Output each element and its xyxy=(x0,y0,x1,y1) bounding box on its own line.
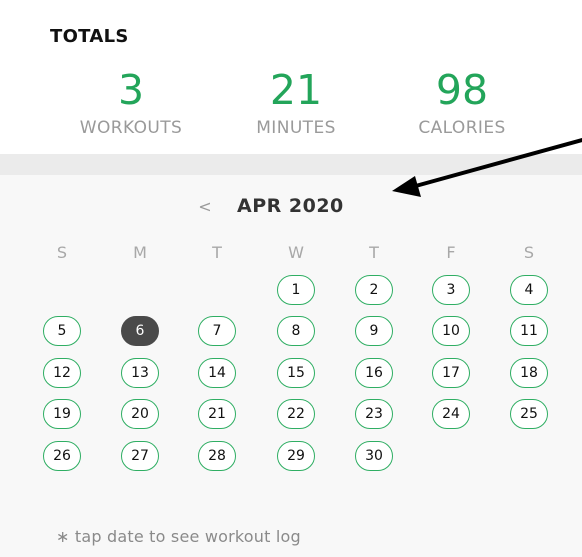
stat-minutes-value: 21 xyxy=(269,66,323,114)
weekday-sat: S xyxy=(523,243,535,262)
calendar-day-15[interactable]: 15 xyxy=(277,358,315,388)
calendar-day-30[interactable]: 30 xyxy=(355,441,393,471)
stat-workouts: 3 WORKOUTS xyxy=(56,66,206,138)
calendar-day-18[interactable]: 18 xyxy=(510,358,548,388)
calendar-day-11[interactable]: 11 xyxy=(510,316,548,346)
totals-panel: TOTALS 3 WORKOUTS 21 MINUTES 98 CALORIES xyxy=(0,0,582,154)
calendar-day-16[interactable]: 16 xyxy=(355,358,393,388)
calendar-day-25[interactable]: 25 xyxy=(510,399,548,429)
stat-workouts-label: WORKOUTS xyxy=(79,118,183,138)
calendar-day-27[interactable]: 27 xyxy=(121,441,159,471)
section-divider xyxy=(0,154,582,175)
calendar-day-19[interactable]: 19 xyxy=(43,399,81,429)
calendar-day-28[interactable]: 28 xyxy=(198,441,236,471)
weekday-thu: T xyxy=(369,243,379,262)
calendar-day-23[interactable]: 23 xyxy=(355,399,393,429)
stat-calories: 98 CALORIES xyxy=(387,66,537,138)
calendar-day-17[interactable]: 17 xyxy=(432,358,470,388)
stat-calories-value: 98 xyxy=(435,66,489,114)
stat-minutes-label: MINUTES xyxy=(256,118,336,138)
calendar-day-5[interactable]: 5 xyxy=(43,316,81,346)
calendar-day-6-selected[interactable]: 6 xyxy=(121,316,159,346)
calendar-day-20[interactable]: 20 xyxy=(121,399,159,429)
weekday-wed: W xyxy=(288,243,304,262)
calendar-day-26[interactable]: 26 xyxy=(43,441,81,471)
calendar-day-22[interactable]: 22 xyxy=(277,399,315,429)
calendar-day-10[interactable]: 10 xyxy=(432,316,470,346)
calendar-day-7[interactable]: 7 xyxy=(198,316,236,346)
calendar-day-4[interactable]: 4 xyxy=(510,275,548,305)
month-title: APR 2020 xyxy=(237,195,344,217)
calendar-day-24[interactable]: 24 xyxy=(432,399,470,429)
weekday-fri: F xyxy=(446,243,456,262)
weekday-mon: M xyxy=(133,243,147,262)
stat-workouts-value: 3 xyxy=(117,66,145,114)
chevron-left-icon[interactable]: < xyxy=(196,197,214,217)
weekday-sun: S xyxy=(56,243,68,262)
calendar-day-13[interactable]: 13 xyxy=(121,358,159,388)
calendar-day-3[interactable]: 3 xyxy=(432,275,470,305)
calendar-day-12[interactable]: 12 xyxy=(43,358,81,388)
calendar-day-21[interactable]: 21 xyxy=(198,399,236,429)
totals-title: TOTALS xyxy=(50,26,129,47)
stat-calories-label: CALORIES xyxy=(418,118,506,138)
calendar-day-29[interactable]: 29 xyxy=(277,441,315,471)
weekday-tue: T xyxy=(212,243,222,262)
stat-minutes: 21 MINUTES xyxy=(221,66,371,138)
calendar-day-8[interactable]: 8 xyxy=(277,316,315,346)
calendar-day-9[interactable]: 9 xyxy=(355,316,393,346)
calendar-day-2[interactable]: 2 xyxy=(355,275,393,305)
calendar-day-1[interactable]: 1 xyxy=(277,275,315,305)
calendar-day-14[interactable]: 14 xyxy=(198,358,236,388)
footnote-hint: ∗ tap date to see workout log xyxy=(56,527,301,546)
